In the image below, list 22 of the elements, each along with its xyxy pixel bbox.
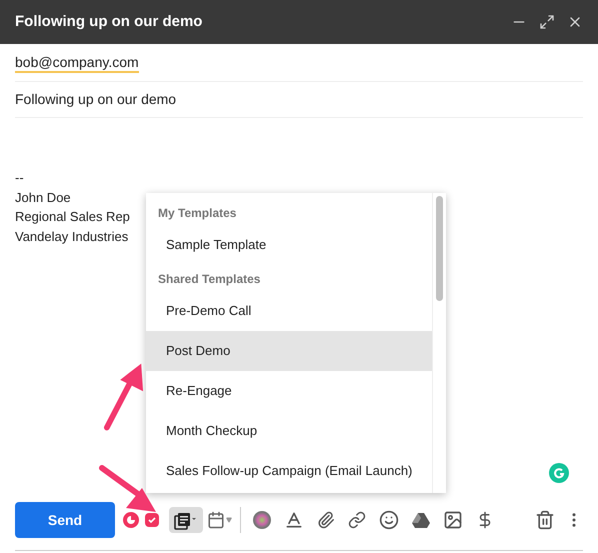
window-title: Following up on our demo <box>15 12 204 32</box>
template-item[interactable]: Post Demo <box>146 331 432 371</box>
recipient-chip[interactable]: bob@company.com <box>15 52 139 72</box>
timer-icon[interactable] <box>123 512 139 528</box>
subject-field[interactable]: Following up on our demo <box>15 89 176 110</box>
template-item[interactable]: Sales Follow-up Campaign (Email Launch) <box>146 451 432 491</box>
template-item[interactable]: Pre-Demo Call <box>146 291 432 331</box>
menu-section-header: Shared Templates <box>157 271 262 288</box>
signature-line: John Doe <box>15 188 71 206</box>
signature-line: -- <box>15 169 24 187</box>
templates-icon[interactable] <box>169 507 203 533</box>
signature-line: Regional Sales Rep <box>15 208 130 226</box>
expand-icon[interactable] <box>539 14 555 30</box>
send-button[interactable]: Send <box>15 502 115 538</box>
arrow-drawing <box>103 361 145 433</box>
template-item[interactable]: Month Checkup <box>146 411 432 451</box>
scrollbar-thumb[interactable] <box>436 196 444 301</box>
signature-line: Vandelay Industries <box>15 228 128 246</box>
template-item[interactable]: Re-Engage <box>146 371 432 411</box>
template-item[interactable]: Sample Template <box>146 225 432 265</box>
menu-section-header: My Templates <box>157 205 238 222</box>
checkbox-icon[interactable] <box>145 513 159 527</box>
